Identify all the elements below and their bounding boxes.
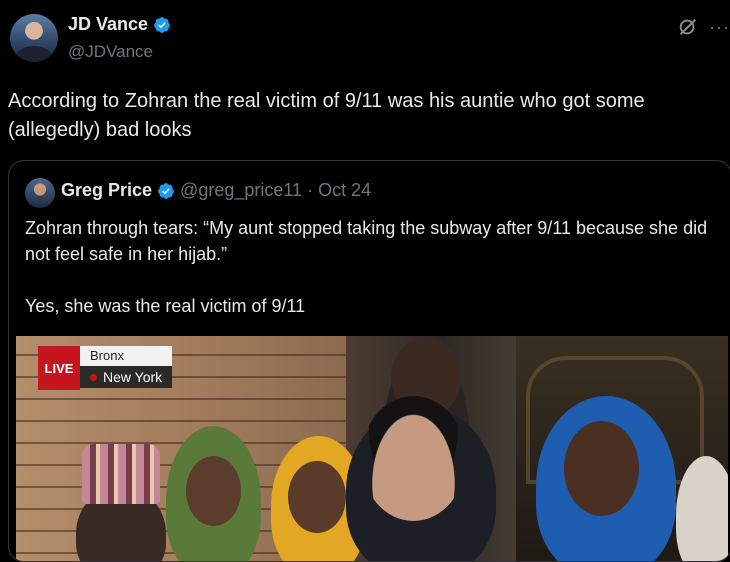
location-bottom-row: New York <box>80 366 173 388</box>
quoted-handle[interactable]: @greg_price11 <box>180 180 302 201</box>
video-player[interactable]: LIVE Bronx New York <box>16 336 728 561</box>
grok-icon[interactable] <box>677 16 699 38</box>
quoted-tweet[interactable]: Greg Price @greg_price11 · Oct 24 Zohran… <box>8 160 730 562</box>
quoted-paragraph-2: Yes, she was the real victim of 9/11 <box>25 296 306 316</box>
tweet-text: According to Zohran the real victim of 9… <box>8 90 645 141</box>
live-badge: LIVE Bronx New York <box>38 346 173 390</box>
quoted-text: Zohran through tears: “My aunt stopped t… <box>25 215 715 319</box>
author-name[interactable]: JD Vance <box>68 14 148 35</box>
author-name-row: JD Vance <box>68 14 171 35</box>
location-bottom: New York <box>103 369 163 385</box>
author-avatar[interactable] <box>10 14 58 62</box>
location-top: Bronx <box>80 346 173 366</box>
cap <box>82 444 160 504</box>
quoted-header: Greg Price @greg_price11 · Oct 24 <box>61 180 371 201</box>
more-icon[interactable]: ··· <box>709 17 730 38</box>
live-label: LIVE <box>38 346 80 390</box>
verified-badge-icon <box>154 16 170 33</box>
quoted-paragraph-1: Zohran through tears: “My aunt stopped t… <box>25 218 708 264</box>
quoted-date[interactable]: Oct 24 <box>318 180 371 201</box>
author-handle[interactable]: @JDVance <box>68 42 153 62</box>
face-blue-hijab <box>564 421 639 516</box>
speaker-head <box>361 396 466 521</box>
location-pin-icon <box>90 373 97 381</box>
verified-badge-icon <box>158 182 174 199</box>
quoted-avatar[interactable] <box>25 178 55 208</box>
face-green-hijab <box>186 456 241 526</box>
live-location: Bronx New York <box>80 346 173 390</box>
quoted-name[interactable]: Greg Price <box>61 180 152 201</box>
face-yellow-hijab <box>288 461 346 533</box>
quoted-separator: · <box>307 180 314 200</box>
